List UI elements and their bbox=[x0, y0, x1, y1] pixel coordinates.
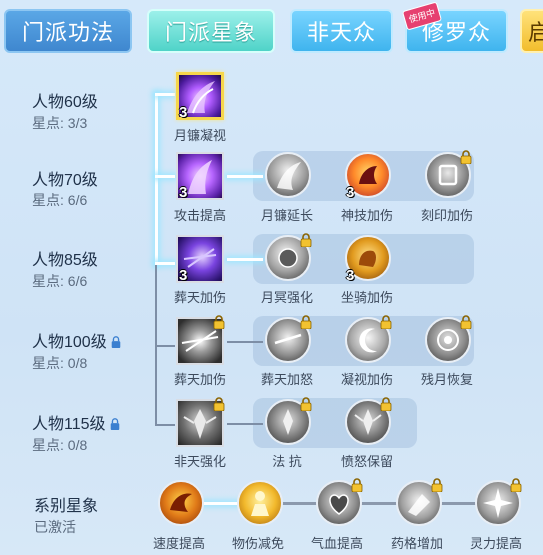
lock-icon bbox=[509, 478, 523, 492]
series-caption: 速度提高 bbox=[152, 536, 205, 551]
skill-node-moon-sickle-extend[interactable] bbox=[261, 150, 313, 202]
skill-node-divine-damage[interactable]: 3 bbox=[341, 150, 393, 202]
row-link-active bbox=[227, 175, 263, 178]
skill-caption: 葬天加怒 bbox=[260, 372, 313, 387]
series-node-spirit-up[interactable] bbox=[471, 478, 523, 530]
skill-node-brand-damage[interactable] bbox=[421, 150, 473, 202]
skill-caption: 刻印加伤 bbox=[420, 208, 473, 223]
skill-caption: 坐骑加伤 bbox=[340, 290, 393, 305]
skill-caption: 葬天加伤 bbox=[173, 290, 226, 305]
row-level-label: 人物115级 bbox=[32, 410, 121, 434]
skill-caption: 攻击提高 bbox=[173, 208, 226, 223]
lock-icon bbox=[109, 418, 121, 430]
series-caption: 灵力提高 bbox=[469, 536, 522, 551]
lock-icon bbox=[379, 397, 393, 411]
row-link-active bbox=[227, 258, 263, 261]
lock-icon bbox=[299, 315, 313, 329]
series-node-phys-reduction[interactable] bbox=[233, 478, 285, 530]
skill-caption: 非天强化 bbox=[173, 454, 226, 469]
tree-branch bbox=[155, 175, 175, 178]
skill-level: 3 bbox=[346, 267, 355, 284]
skill-level: 3 bbox=[179, 267, 188, 284]
skill-caption: 葬天加伤 bbox=[173, 372, 226, 387]
lock-icon bbox=[430, 478, 444, 492]
lock-icon bbox=[110, 336, 122, 348]
lock-icon bbox=[212, 397, 226, 411]
row-level-label: 人物60级 bbox=[32, 94, 98, 111]
skill-caption: 法 抗 bbox=[272, 454, 302, 469]
row-link bbox=[227, 423, 263, 425]
series-caption: 气血提高 bbox=[310, 536, 363, 551]
lock-icon bbox=[299, 233, 313, 247]
skill-caption: 月镰延长 bbox=[260, 208, 313, 223]
skill-level: 3 bbox=[179, 104, 188, 121]
row-points-label: 星点: 6/6 bbox=[32, 273, 88, 289]
tree-branch bbox=[155, 93, 175, 96]
skill-node-rage-retain[interactable] bbox=[341, 397, 393, 449]
lock-icon bbox=[299, 397, 313, 411]
star-map-panel: 门派功法 门派星象 非天众 修罗众 使用中 启 人物60级 星点: 3/3 人物… bbox=[0, 0, 543, 555]
phys-reduction-icon bbox=[237, 480, 283, 526]
row-points-label: 星点: 0/8 bbox=[32, 437, 88, 453]
tab-sect-stars[interactable]: 门派星象 bbox=[147, 9, 275, 53]
skill-caption: 凝视加伤 bbox=[340, 372, 393, 387]
skill-level: 3 bbox=[179, 184, 188, 201]
lock-icon bbox=[459, 150, 473, 164]
tree-branch bbox=[155, 345, 175, 347]
skill-caption: 残月恢复 bbox=[420, 372, 473, 387]
series-caption: 药格增加 bbox=[390, 536, 443, 551]
series-node-speed-up[interactable] bbox=[154, 478, 206, 530]
tree-trunk-active bbox=[155, 93, 158, 265]
skill-node-magic-resist[interactable] bbox=[261, 397, 313, 449]
skill-node-moon-sickle-gaze[interactable]: 3 bbox=[174, 70, 226, 122]
lock-icon bbox=[379, 315, 393, 329]
series-title: 系别星象 bbox=[34, 498, 99, 515]
tree-branch bbox=[155, 262, 175, 265]
row-points-label: 星点: 0/8 bbox=[32, 355, 88, 371]
tab-sect-skills[interactable]: 门派功法 bbox=[4, 9, 132, 53]
row-level-label: 人物70级 bbox=[32, 172, 98, 189]
series-status: 已激活 bbox=[34, 519, 76, 535]
skill-level: 3 bbox=[346, 184, 355, 201]
tree-branch bbox=[155, 424, 175, 426]
skill-caption: 月镰凝视 bbox=[173, 128, 226, 143]
skill-node-feitian-boost[interactable] bbox=[174, 397, 226, 449]
skill-node-dark-moon-boost[interactable] bbox=[261, 233, 313, 285]
skill-node-mount-damage[interactable]: 3 bbox=[341, 233, 393, 285]
skill-node-burial-rage[interactable] bbox=[261, 315, 313, 367]
row-points-label: 星点: 3/3 bbox=[32, 115, 88, 131]
skill-caption: 月冥强化 bbox=[260, 290, 313, 305]
tab-feitian[interactable]: 非天众 bbox=[290, 9, 393, 53]
row-link bbox=[227, 341, 263, 343]
series-node-potion-slots[interactable] bbox=[392, 478, 444, 530]
lock-icon bbox=[350, 478, 364, 492]
moon-sickle-extend-icon bbox=[265, 152, 311, 198]
tab-more[interactable]: 启 bbox=[520, 9, 543, 53]
skill-node-attack-up[interactable]: 3 bbox=[174, 150, 226, 202]
skill-node-gaze-damage[interactable] bbox=[341, 315, 393, 367]
row-points-label: 星点: 6/6 bbox=[32, 192, 88, 208]
row-level-label: 人物85级 bbox=[32, 252, 98, 269]
series-node-hp-up[interactable] bbox=[312, 478, 364, 530]
skill-node-burial-damage[interactable]: 3 bbox=[174, 233, 226, 285]
skill-node-burial-damage-2[interactable] bbox=[174, 315, 226, 367]
series-caption: 物伤减免 bbox=[231, 536, 284, 551]
speed-up-icon bbox=[158, 480, 204, 526]
skill-caption: 神技加伤 bbox=[340, 208, 393, 223]
skill-node-waning-moon-recovery[interactable] bbox=[421, 315, 473, 367]
lock-icon bbox=[459, 315, 473, 329]
row-level-label: 人物100级 bbox=[32, 328, 122, 352]
skill-caption: 愤怒保留 bbox=[340, 454, 393, 469]
lock-icon bbox=[212, 315, 226, 329]
